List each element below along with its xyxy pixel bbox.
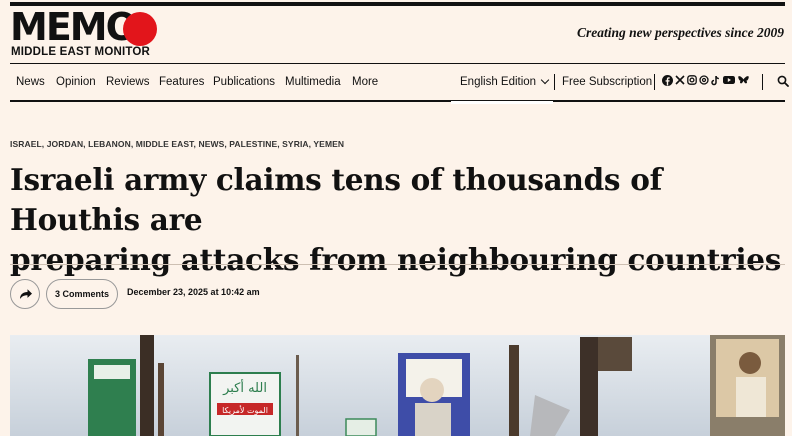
comments-button[interactable]: 3 Comments <box>46 279 118 309</box>
edition-dropdown[interactable]: English Edition <box>460 75 550 88</box>
nav-item-multimedia[interactable]: Multimedia <box>285 76 341 88</box>
instagram-icon[interactable] <box>687 75 697 87</box>
bluesky-icon[interactable] <box>738 75 749 87</box>
nav-item-reviews[interactable]: Reviews <box>106 76 149 88</box>
headline-line-2: preparing attacks from neighbouring coun… <box>10 242 782 277</box>
headline-line-1: Israeli army claims tens of thousands of… <box>10 162 662 237</box>
nav-item-more[interactable]: More <box>352 76 378 88</box>
youtube-icon[interactable] <box>723 75 735 87</box>
logo-dot <box>123 12 157 46</box>
article-hero-image[interactable]: الله أكبر الموت لأمريكا <box>10 335 785 436</box>
share-arrow-icon <box>20 289 32 299</box>
hero-photo: الله أكبر الموت لأمريكا <box>10 335 785 436</box>
threads-icon[interactable] <box>699 75 709 87</box>
chevron-down-icon <box>540 75 550 85</box>
share-button[interactable] <box>10 279 40 309</box>
site-tagline: Creating new perspectives since 2009 <box>577 25 784 40</box>
nav-item-features[interactable]: Features <box>159 76 204 88</box>
x-icon[interactable] <box>675 75 685 87</box>
edition-label: English Edition <box>460 76 537 88</box>
nav-item-news[interactable]: News <box>16 76 45 88</box>
nav-separator <box>762 74 763 90</box>
logo-subtitle: MIDDLE EAST MONITOR <box>11 46 151 58</box>
memo-logo[interactable]: MEMO MIDDLE EAST MONITOR <box>10 5 160 61</box>
nav-item-publications[interactable]: Publications <box>213 76 275 88</box>
tiktok-icon[interactable] <box>711 75 721 87</box>
search-icon[interactable] <box>777 75 789 87</box>
nav-bottom-rule <box>10 100 785 102</box>
nav-item-opinion[interactable]: Opinion <box>56 76 96 88</box>
nav-separator <box>554 74 555 90</box>
article-categories[interactable]: ISRAEL, JORDAN, LEBANON, MIDDLE EAST, NE… <box>10 139 344 149</box>
article-headline: Israeli army claims tens of thousands of… <box>10 160 785 280</box>
article-date: December 23, 2025 at 10:42 am <box>127 287 260 297</box>
logo-word: MEMO <box>10 5 138 49</box>
facebook-icon[interactable] <box>662 75 673 87</box>
main-nav: News Opinion Reviews Features Publicatio… <box>10 64 789 100</box>
meta-divider <box>10 264 785 265</box>
edition-active-underline <box>451 101 553 104</box>
sign-slogan-sub: الموت لأمريكا <box>222 405 268 415</box>
nav-separator <box>654 74 655 90</box>
sign-slogan: الله أكبر <box>222 379 267 396</box>
free-subscription-link[interactable]: Free Subscription <box>562 76 652 88</box>
